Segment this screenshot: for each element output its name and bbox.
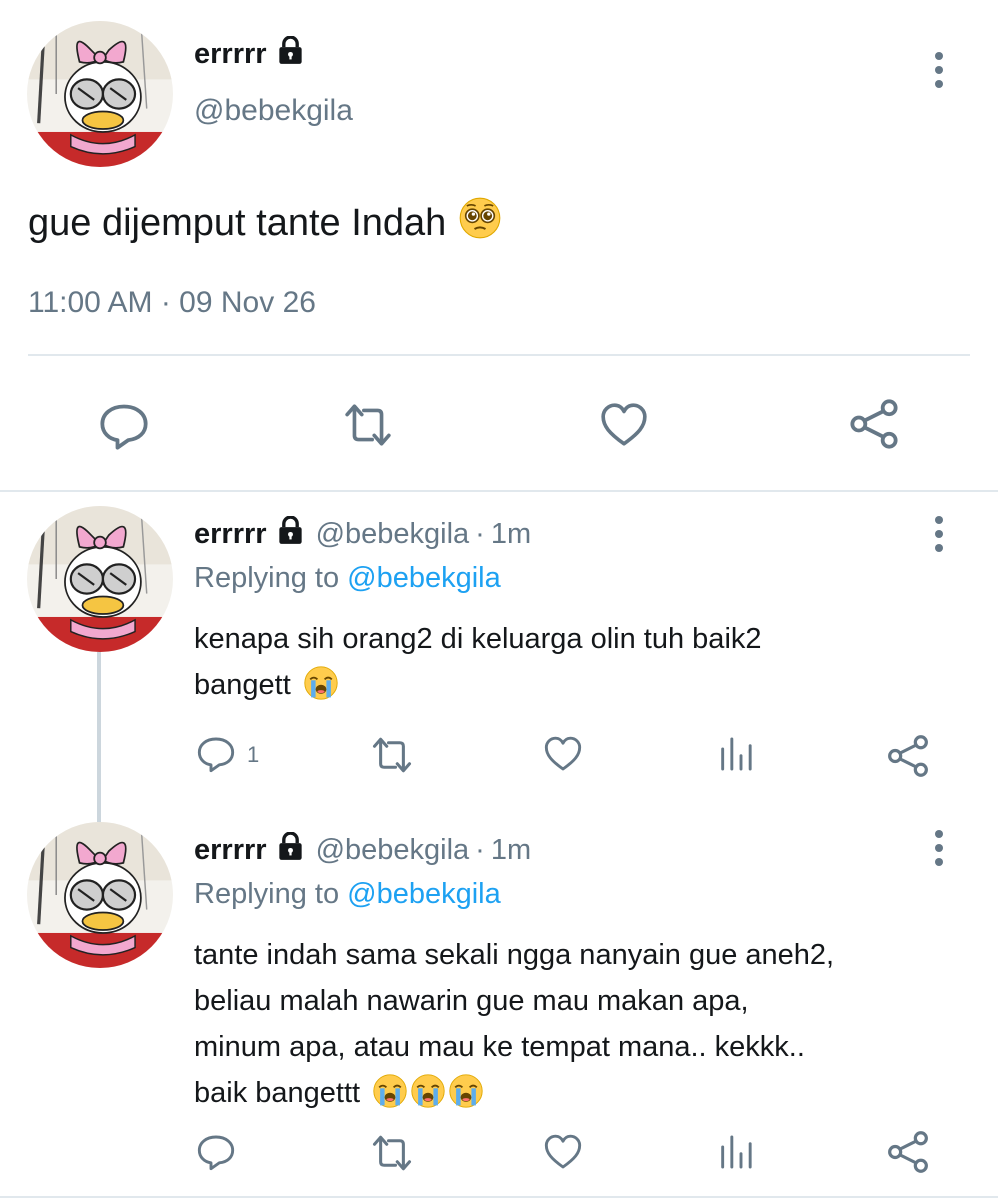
share-icon[interactable] xyxy=(848,398,900,450)
loudly-crying-face-icon xyxy=(410,1073,446,1109)
lock-icon xyxy=(277,516,304,553)
reply-display-name[interactable]: errrrr xyxy=(194,834,267,867)
reply-text-line: kenapa sih orang2 di keluarga olin tuh b… xyxy=(194,623,762,655)
analytics-icon[interactable] xyxy=(716,1132,756,1172)
bottom-divider xyxy=(0,1196,998,1198)
more-options-icon[interactable] xyxy=(929,830,949,866)
reply-text-fragment: bangett xyxy=(194,669,291,701)
tweet-timestamp[interactable]: 11:00 AM · 09 Nov 26 xyxy=(28,286,316,320)
retweet-icon[interactable] xyxy=(370,1132,414,1174)
reply-text: kenapa sih orang2 di keluarga olin tuh b… xyxy=(194,616,964,708)
like-icon[interactable] xyxy=(542,1132,584,1172)
more-options-icon[interactable] xyxy=(929,516,949,552)
section-divider xyxy=(0,490,998,492)
pleading-face-icon xyxy=(458,196,502,250)
reply-avatar[interactable] xyxy=(27,822,173,968)
reply-display-name[interactable]: errrrr xyxy=(194,518,267,551)
like-icon[interactable] xyxy=(542,734,584,774)
reply-text-line: baik bangettt xyxy=(194,1070,964,1116)
lock-icon xyxy=(277,832,304,869)
retweet-icon[interactable] xyxy=(370,734,414,776)
reply-header: errrrr @bebekgila · 1m xyxy=(194,832,531,869)
replying-to: Replying to @bebekgila xyxy=(194,878,501,911)
loudly-crying-face-icon xyxy=(372,1073,408,1109)
reply-icon[interactable] xyxy=(98,400,150,452)
reply-text-line: bangett xyxy=(194,662,964,708)
share-icon[interactable] xyxy=(886,1130,930,1174)
reply-icon[interactable] xyxy=(196,734,236,774)
retweet-icon[interactable] xyxy=(342,400,394,450)
replying-to-link[interactable]: @bebekgila xyxy=(347,878,501,910)
analytics-icon[interactable] xyxy=(716,734,756,774)
tweet-text-content: gue dijemput tante Indah xyxy=(28,201,447,244)
loudly-crying-face-icon xyxy=(448,1073,484,1109)
reply-header: errrrr @bebekgila · 1m xyxy=(194,516,531,553)
more-options-icon[interactable] xyxy=(929,52,949,88)
reply-count: 1 xyxy=(247,742,260,767)
reply-handle[interactable]: @bebekgila xyxy=(316,834,470,867)
reply-time[interactable]: 1m xyxy=(491,518,531,551)
replying-prefix: Replying to xyxy=(194,562,340,594)
reply-text-line: minum apa, atau mau ke tempat mana.. kek… xyxy=(194,1031,805,1063)
replying-to: Replying to @bebekgila xyxy=(194,562,501,595)
avatar[interactable] xyxy=(27,21,173,167)
loudly-crying-face-icon xyxy=(303,665,339,701)
divider xyxy=(28,354,970,356)
reply-text-line: beliau malah nawarin gue mau makan apa, xyxy=(194,985,749,1017)
reply-avatar[interactable] xyxy=(27,506,173,652)
user-handle[interactable]: @bebekgila xyxy=(194,94,353,128)
separator: · xyxy=(475,834,485,866)
replying-prefix: Replying to xyxy=(194,878,340,910)
display-name-text: errrrr xyxy=(194,38,267,70)
share-icon[interactable] xyxy=(886,734,930,778)
like-icon[interactable] xyxy=(598,400,650,450)
reply-handle[interactable]: @bebekgila xyxy=(316,518,470,551)
reply-text: tante indah sama sekali ngga nanyain gue… xyxy=(194,932,964,1116)
tweet-text: gue dijemput tante Indah xyxy=(28,196,502,250)
reply-text-fragment: baik bangettt xyxy=(194,1077,361,1109)
reply-time[interactable]: 1m xyxy=(491,834,531,867)
replying-to-link[interactable]: @bebekgila xyxy=(347,562,501,594)
reply-icon[interactable] xyxy=(196,1132,236,1172)
lock-icon xyxy=(277,36,304,73)
display-name[interactable]: errrrr xyxy=(194,36,304,73)
reply-text-line: tante indah sama sekali ngga nanyain gue… xyxy=(194,939,835,971)
thread-line xyxy=(97,652,101,822)
separator: · xyxy=(475,518,485,550)
